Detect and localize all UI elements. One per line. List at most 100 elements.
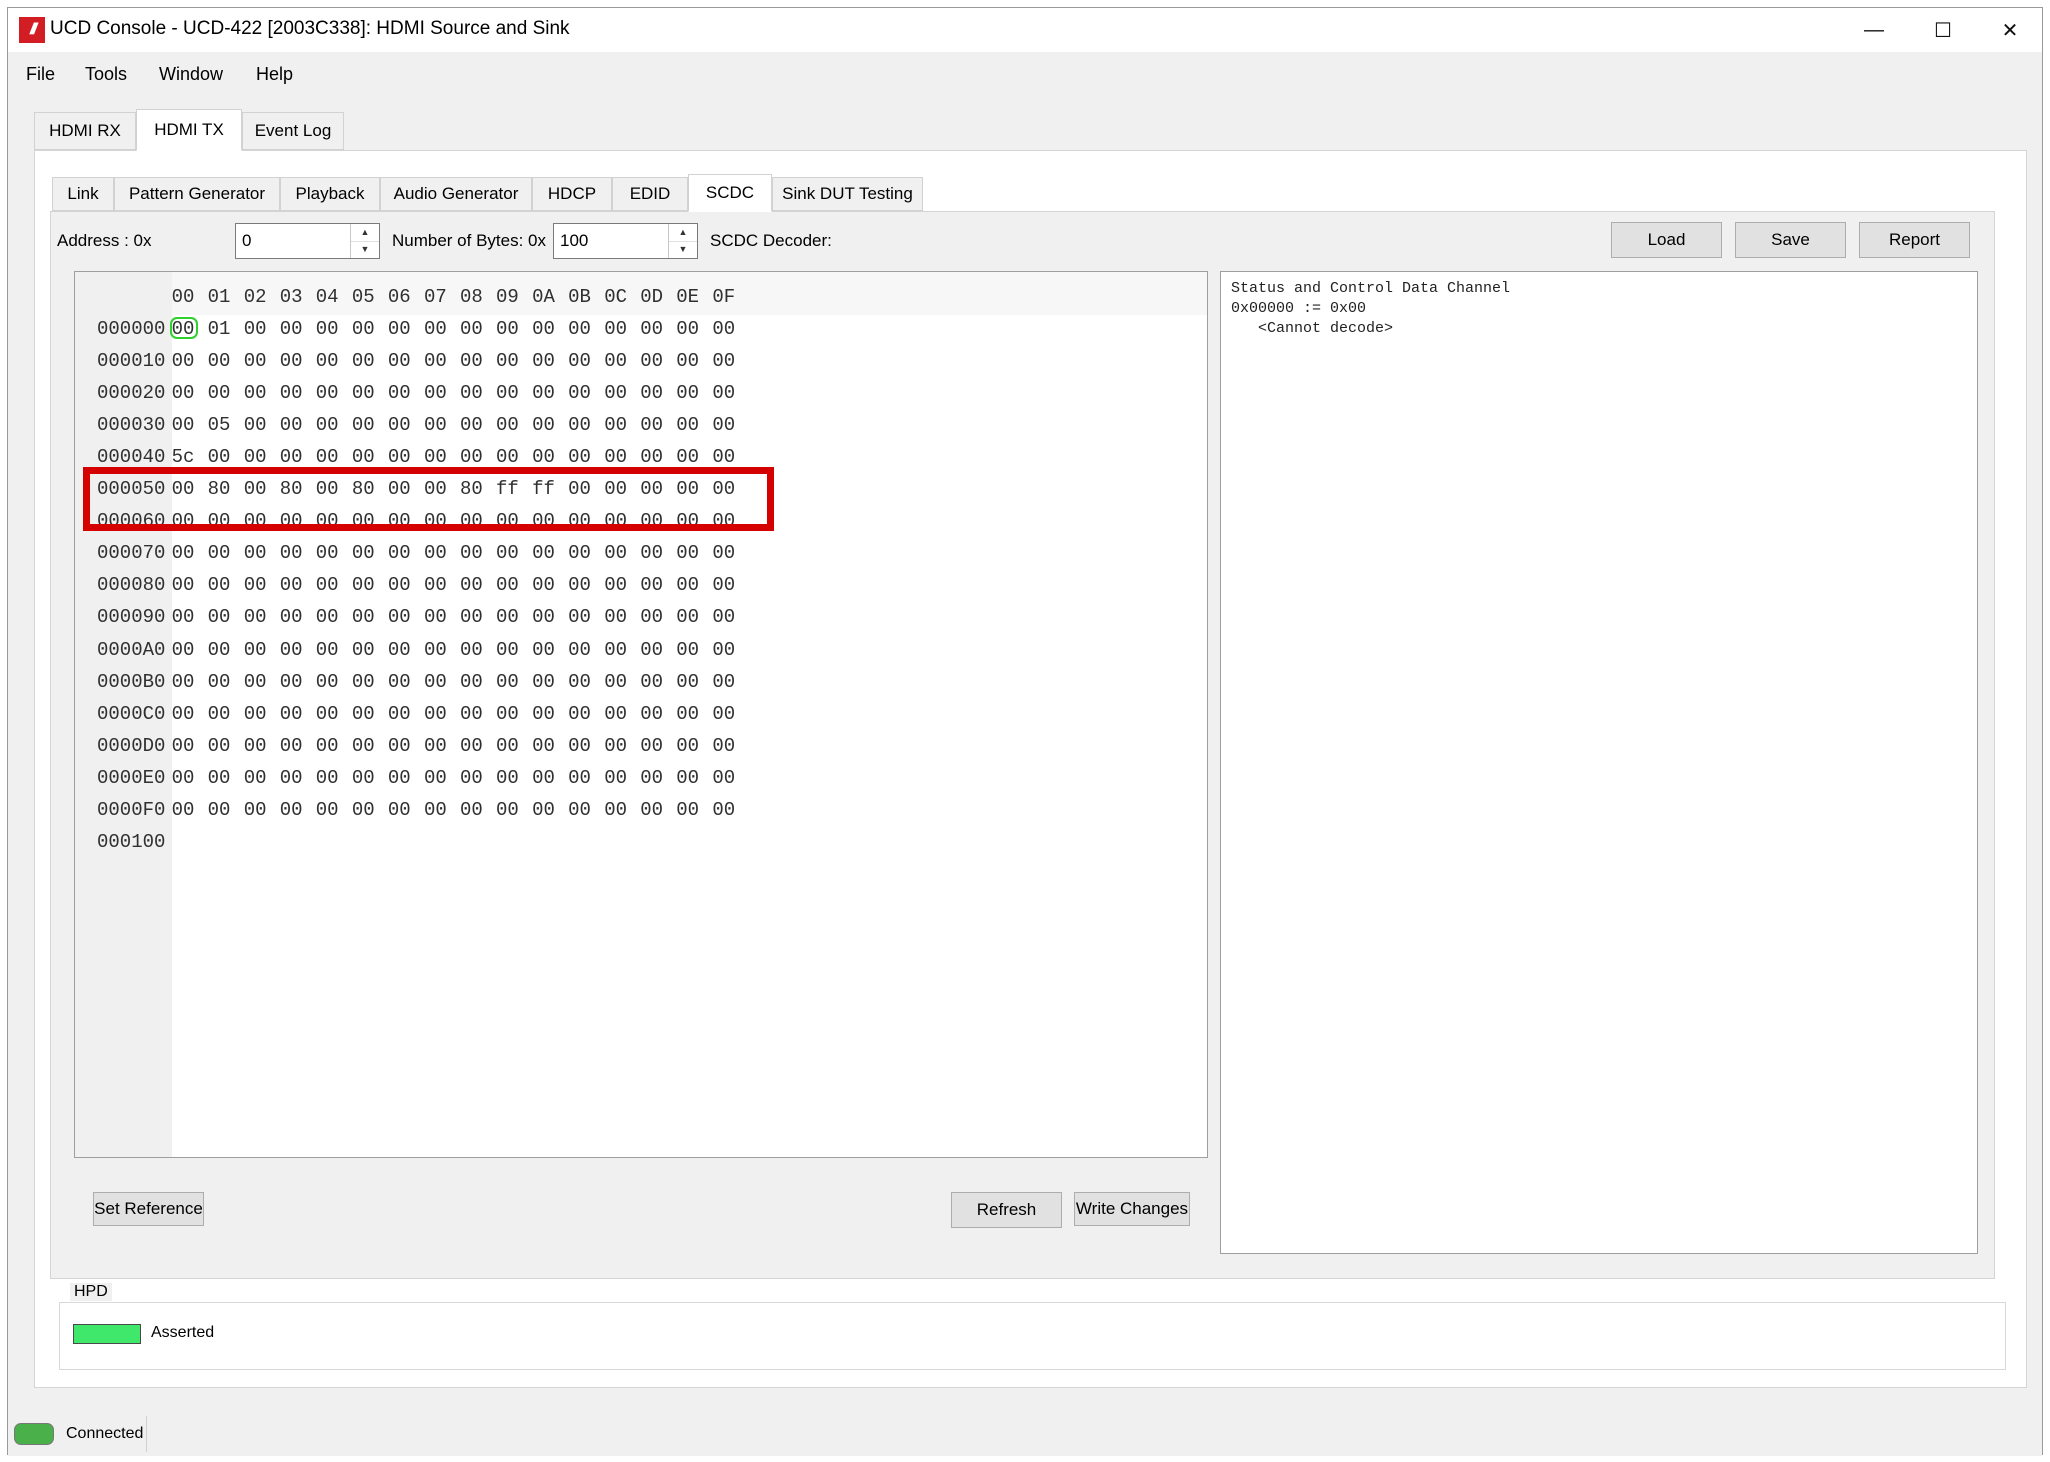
tab-audio-generator[interactable]: Audio Generator [380,177,532,211]
hex-byte[interactable]: 00 [602,767,630,789]
hex-byte[interactable]: 00 [638,671,666,693]
hex-byte[interactable]: 00 [530,382,558,404]
hex-byte[interactable]: 00 [674,735,702,757]
hex-byte[interactable]: 00 [602,542,630,564]
hex-byte[interactable]: 00 [421,767,449,789]
hex-byte[interactable]: 00 [277,382,305,404]
hex-byte[interactable]: 05 [205,414,233,436]
hex-byte[interactable]: 00 [313,350,341,372]
hex-byte[interactable]: 00 [602,318,630,340]
address-input[interactable]: 0 ▲ ▼ [235,223,380,259]
menu-help[interactable]: Help [256,64,293,85]
hex-byte[interactable]: 00 [710,735,738,757]
hex-byte[interactable]: 00 [566,414,594,436]
hex-byte[interactable]: 00 [457,606,485,628]
hex-byte[interactable]: 00 [530,639,558,661]
hex-byte[interactable]: 5c [169,446,197,468]
bytes-spinner[interactable]: ▲ ▼ [668,224,697,258]
hex-byte[interactable]: 00 [457,574,485,596]
hex-byte[interactable]: 00 [457,318,485,340]
hex-byte[interactable]: 00 [313,735,341,757]
hex-byte[interactable]: 00 [241,414,269,436]
hex-byte[interactable]: 00 [349,350,377,372]
hex-byte[interactable]: 00 [349,446,377,468]
hex-byte[interactable]: 00 [241,735,269,757]
hex-byte[interactable]: 00 [385,639,413,661]
hex-byte[interactable]: 00 [530,703,558,725]
hex-byte[interactable]: 00 [710,606,738,628]
hex-byte[interactable]: 00 [602,606,630,628]
hex-byte[interactable]: 00 [674,639,702,661]
write-changes-button[interactable]: Write Changes [1074,1192,1190,1226]
hex-byte[interactable]: 00 [205,767,233,789]
hex-byte[interactable]: 00 [566,639,594,661]
hex-byte[interactable]: 00 [169,767,197,789]
hex-byte[interactable]: 00 [674,671,702,693]
tab-pattern-generator[interactable]: Pattern Generator [114,177,280,211]
hex-byte[interactable]: 00 [674,542,702,564]
hex-byte[interactable]: 00 [349,606,377,628]
hex-byte[interactable]: 00 [566,606,594,628]
hex-byte[interactable]: 00 [602,703,630,725]
hex-byte[interactable]: 00 [205,639,233,661]
hex-byte[interactable]: 00 [566,767,594,789]
hex-byte[interactable]: 00 [602,446,630,468]
hex-byte[interactable]: 00 [566,382,594,404]
hex-byte[interactable]: 00 [205,799,233,821]
hex-byte[interactable]: 00 [602,735,630,757]
hex-byte[interactable]: 00 [313,799,341,821]
hex-byte[interactable]: 00 [710,414,738,436]
hex-byte[interactable]: 01 [205,318,233,340]
hex-byte[interactable]: 00 [349,639,377,661]
hex-byte[interactable]: 00 [241,799,269,821]
hex-byte[interactable]: 00 [313,318,341,340]
hex-byte[interactable]: 00 [205,542,233,564]
hex-byte[interactable]: 00 [277,767,305,789]
hex-byte[interactable]: 00 [493,414,521,436]
hex-byte[interactable]: 00 [493,446,521,468]
hex-byte[interactable]: 00 [169,671,197,693]
hex-byte[interactable]: 00 [205,446,233,468]
hex-byte[interactable]: 00 [421,414,449,436]
hex-byte[interactable]: 00 [493,350,521,372]
hex-byte[interactable]: 00 [530,542,558,564]
hex-byte[interactable]: 00 [457,799,485,821]
hex-byte[interactable]: 00 [457,639,485,661]
hex-byte[interactable]: 00 [421,703,449,725]
hex-editor[interactable]: 00 01 02 03 04 05 06 07 08 09 0A 0B 0C 0D 0E 0F 000000 00… [74,271,1208,1158]
hex-byte[interactable]: 00 [457,542,485,564]
hex-byte[interactable]: 00 [493,671,521,693]
hex-byte[interactable]: 00 [169,735,197,757]
hex-byte[interactable]: 00 [530,767,558,789]
tab-edid[interactable]: EDID [612,177,688,211]
hex-byte[interactable]: 00 [385,767,413,789]
hex-byte[interactable]: 00 [313,414,341,436]
hex-byte[interactable]: 00 [710,703,738,725]
hex-byte[interactable]: 00 [241,574,269,596]
hex-byte[interactable]: 00 [349,542,377,564]
hex-byte[interactable]: 00 [349,574,377,596]
hex-byte[interactable]: 00 [457,703,485,725]
hex-byte[interactable]: 00 [674,703,702,725]
hex-byte[interactable]: 00 [421,639,449,661]
tab-sink-dut-testing[interactable]: Sink DUT Testing [772,177,923,211]
hex-byte[interactable]: 00 [710,446,738,468]
hex-byte[interactable]: 00 [241,703,269,725]
tab-scdc[interactable]: SCDC [688,174,772,212]
scdc-decoder-panel[interactable]: Status and Control Data Channel 0x00000 … [1220,271,1978,1254]
hex-byte[interactable]: 00 [205,574,233,596]
hex-byte[interactable]: 00 [421,318,449,340]
hex-byte[interactable]: 00 [277,671,305,693]
hex-byte[interactable]: 00 [421,735,449,757]
hex-byte[interactable]: 00 [457,414,485,436]
load-button[interactable]: Load [1611,222,1722,258]
hex-byte[interactable]: 00 [674,799,702,821]
minimize-button[interactable]: — [1840,8,1908,52]
hex-byte[interactable]: 00 [674,606,702,628]
hex-byte[interactable]: 00 [169,799,197,821]
hex-byte[interactable]: 00 [385,350,413,372]
close-button[interactable]: ✕ [1976,8,2044,52]
hex-byte[interactable]: 00 [313,542,341,564]
hex-byte[interactable]: 00 [169,703,197,725]
hex-byte[interactable]: 00 [710,350,738,372]
